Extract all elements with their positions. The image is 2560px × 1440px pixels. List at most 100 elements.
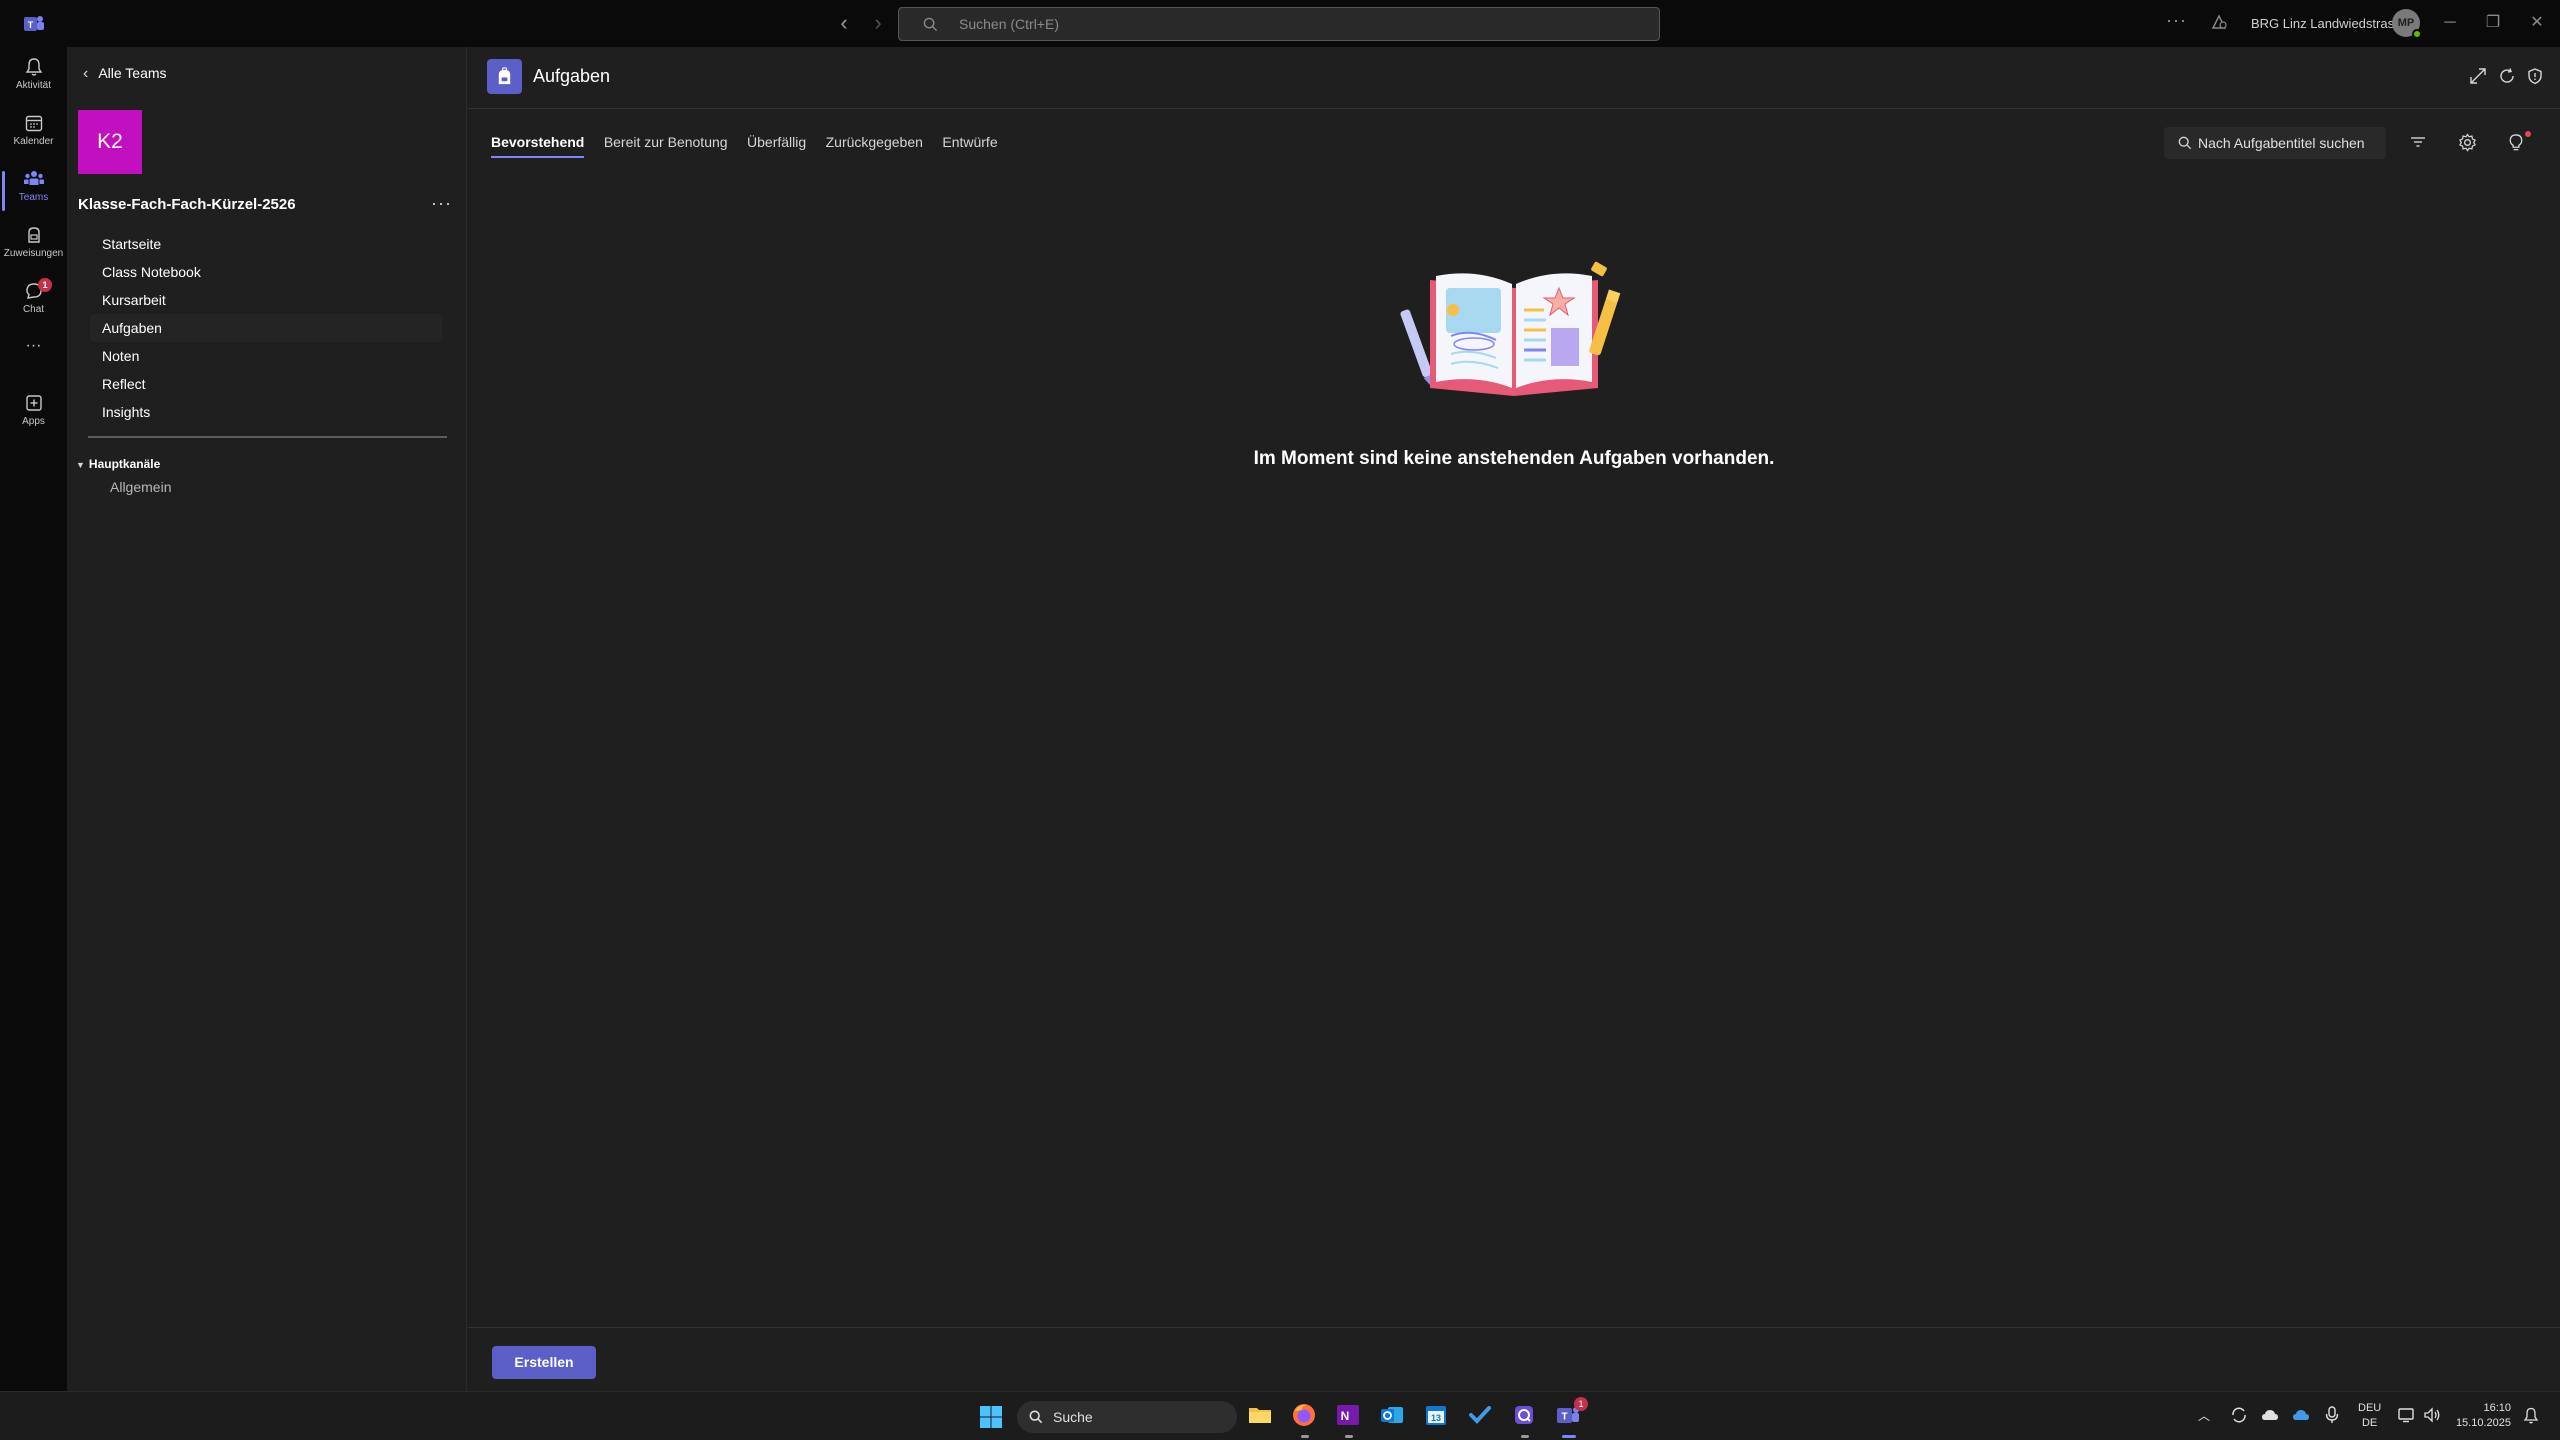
tab-ueberfaellig[interactable]: Überfällig xyxy=(747,134,806,156)
svg-text:T: T xyxy=(1561,1412,1567,1423)
rail-item-teams[interactable]: Teams xyxy=(0,163,67,217)
rail-item-calendar[interactable]: Kalender xyxy=(0,107,67,161)
empty-state-book-illustration xyxy=(1400,261,1621,396)
app-icon xyxy=(1515,1406,1533,1424)
team-nav-item-class-notebook[interactable]: Class Notebook xyxy=(90,258,442,286)
team-nav-item-noten[interactable]: Noten xyxy=(90,342,442,370)
team-avatar: K2 xyxy=(78,110,142,174)
refresh-icon[interactable] xyxy=(2498,67,2516,85)
system-clock[interactable]: 16:10 15.10.2025 xyxy=(2455,1401,2511,1431)
taskbar-copilot[interactable] xyxy=(1510,1401,1540,1438)
speaker-icon[interactable] xyxy=(2423,1407,2441,1423)
all-teams-link[interactable]: ‹ Alle Teams xyxy=(83,65,167,89)
organization-name[interactable]: BRG Linz Landwiedstrasse xyxy=(2251,16,2408,31)
gear-icon[interactable] xyxy=(2458,133,2477,152)
outlook-icon xyxy=(1381,1407,1403,1423)
user-avatar[interactable]: MP xyxy=(2392,9,2422,39)
team-nav-item-reflect[interactable]: Reflect xyxy=(90,370,442,398)
global-search-input[interactable]: Suchen (Ctrl+E) xyxy=(898,7,1660,41)
organization-icon[interactable] xyxy=(2210,13,2228,31)
microphone-icon[interactable] xyxy=(2325,1406,2339,1424)
taskbar-firefox[interactable] xyxy=(1290,1401,1320,1438)
team-nav-item-aufgaben[interactable]: Aufgaben xyxy=(90,314,442,342)
taskbar-calendar-app[interactable]: 13 xyxy=(1422,1401,1452,1431)
team-nav-item-startseite[interactable]: Startseite xyxy=(90,230,442,258)
back-arrow-icon[interactable]: ‹ xyxy=(831,10,857,36)
minimize-window-icon[interactable]: ─ xyxy=(2435,10,2465,36)
rail-item-assignments[interactable]: Zuweisungen xyxy=(0,219,67,273)
running-indicator xyxy=(1345,1435,1353,1438)
taskbar-teams[interactable]: T 1 xyxy=(1554,1397,1588,1438)
show-hidden-icons-chevron-icon[interactable]: ︿ xyxy=(2198,1407,2210,1424)
tab-entwuerfe[interactable]: Entwürfe xyxy=(942,134,997,156)
rail-label: Apps xyxy=(22,416,45,427)
tab-zurueckgegeben[interactable]: Zurückgegeben xyxy=(826,134,923,156)
team-more-options-icon[interactable]: ··· xyxy=(431,193,452,214)
restore-window-icon[interactable]: ❐ xyxy=(2478,10,2508,36)
cloud-icon[interactable] xyxy=(2261,1408,2279,1422)
team-nav-item-kursarbeit[interactable]: Kursarbeit xyxy=(90,286,442,314)
teams-logo-icon[interactable]: T xyxy=(22,12,46,36)
chat-unread-badge: 1 xyxy=(38,278,52,292)
filter-icon[interactable] xyxy=(2409,133,2427,151)
rail-item-apps[interactable]: Apps xyxy=(0,387,67,441)
shield-icon[interactable] xyxy=(2526,67,2544,85)
notification-bell-icon[interactable] xyxy=(2523,1407,2539,1424)
calendar-icon xyxy=(25,115,42,132)
create-assignment-button[interactable]: Erstellen xyxy=(492,1346,596,1379)
language-indicator[interactable]: DEU DE xyxy=(2358,1401,2381,1431)
search-icon xyxy=(923,17,938,32)
rail-label: Aktivität xyxy=(15,80,51,91)
app-rail: Aktivität Kalender Teams Zuweisungen 1 C… xyxy=(0,47,67,1391)
global-search-placeholder: Suchen (Ctrl+E) xyxy=(959,16,1059,32)
svg-text:13: 13 xyxy=(1431,1413,1441,1423)
keyboard-layout: DE xyxy=(2361,1417,2378,1429)
footer-bar: Erstellen xyxy=(468,1327,2560,1391)
checkmark-icon xyxy=(1469,1406,1491,1424)
forward-arrow-icon[interactable]: › xyxy=(865,10,891,36)
onenote-icon: N xyxy=(1337,1405,1359,1425)
teams-notification-badge: 1 xyxy=(1574,1397,1588,1411)
close-window-icon[interactable]: ✕ xyxy=(2522,10,2552,36)
language-code: DEU xyxy=(2358,1402,2382,1414)
svg-text:T: T xyxy=(28,20,34,30)
running-indicator xyxy=(1521,1435,1529,1438)
rail-label: Chat xyxy=(22,304,45,315)
network-icon[interactable] xyxy=(2398,1407,2416,1423)
more-apps-icon[interactable]: ··· xyxy=(0,337,67,367)
empty-state-message: Im Moment sind keine anstehenden Aufgabe… xyxy=(1253,448,1775,469)
presence-status-icon xyxy=(2412,29,2422,39)
folder-icon xyxy=(1249,1408,1271,1423)
onedrive-icon[interactable] xyxy=(2292,1408,2310,1422)
channels-section-header[interactable]: ▼ Hauptkanäle xyxy=(76,457,160,471)
lightbulb-icon[interactable] xyxy=(2507,133,2525,152)
rail-item-activity[interactable]: Aktivität xyxy=(0,51,67,105)
apps-icon xyxy=(25,395,42,411)
app-header: Aufgaben xyxy=(468,47,2560,109)
channel-item-allgemein[interactable]: Allgemein xyxy=(110,479,171,495)
assignment-tabs: Bevorstehend Bereit zur Benotung Überfäl… xyxy=(491,134,1013,160)
assignment-search-input[interactable]: Nach Aufgabentitel suchen xyxy=(2164,127,2386,159)
caret-down-icon: ▼ xyxy=(76,460,85,470)
taskbar-file-explorer[interactable] xyxy=(1246,1401,1276,1431)
page-title: Aufgaben xyxy=(533,66,611,86)
notification-dot xyxy=(2525,131,2531,137)
tab-bevorstehend[interactable]: Bevorstehend xyxy=(491,134,585,158)
tab-bereit-zur-benotung[interactable]: Bereit zur Benotung xyxy=(604,134,728,156)
clock-time: 16:10 xyxy=(2483,1402,2511,1414)
chevron-left-icon: ‹ xyxy=(83,65,89,82)
windows-start-icon[interactable] xyxy=(979,1405,1003,1429)
backpack-icon xyxy=(498,67,511,85)
team-navigation: Startseite Class Notebook Kursarbeit Auf… xyxy=(90,230,442,426)
more-options-icon[interactable]: ··· xyxy=(2166,10,2187,31)
taskbar-onenote[interactable]: N xyxy=(1334,1401,1364,1438)
firefox-icon xyxy=(1293,1404,1315,1426)
team-nav-item-insights[interactable]: Insights xyxy=(90,398,442,426)
rail-item-chat[interactable]: 1 Chat xyxy=(0,275,67,329)
taskbar-outlook[interactable] xyxy=(1378,1401,1408,1431)
expand-icon[interactable] xyxy=(2469,67,2487,85)
taskbar-todo[interactable] xyxy=(1466,1401,1496,1431)
taskbar-search-input[interactable]: Suche xyxy=(1017,1401,1237,1433)
sync-icon[interactable] xyxy=(2230,1406,2248,1424)
teams-icon xyxy=(23,171,44,185)
